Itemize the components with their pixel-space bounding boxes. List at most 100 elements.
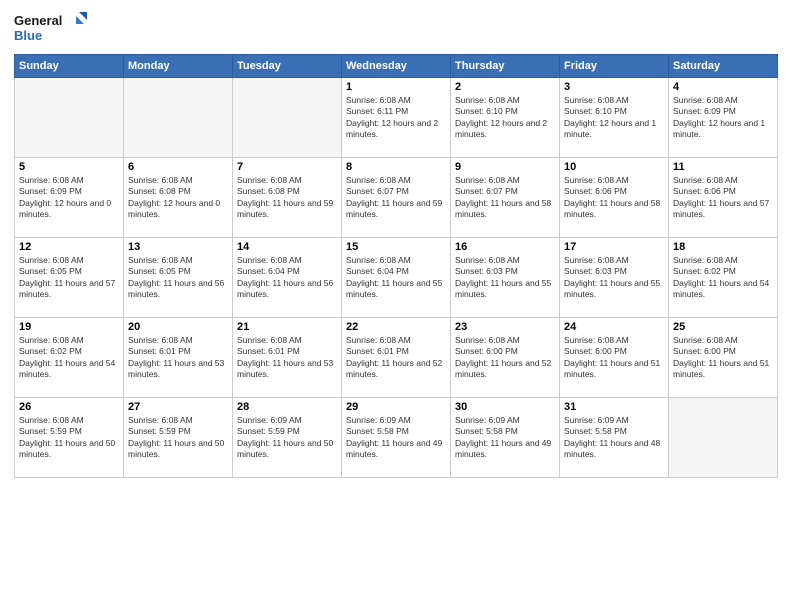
- calendar-cell: 29 Sunrise: 6:09 AMSunset: 5:58 PMDayligh…: [342, 398, 451, 478]
- day-number: 29: [346, 401, 446, 413]
- calendar-cell: 14 Sunrise: 6:08 AMSunset: 6:04 PMDayligh…: [233, 238, 342, 318]
- calendar-cell: 12 Sunrise: 6:08 AMSunset: 6:05 PMDayligh…: [15, 238, 124, 318]
- calendar: SundayMondayTuesdayWednesdayThursdayFrid…: [14, 54, 778, 478]
- day-number: 8: [346, 161, 446, 173]
- weekday-header-monday: Monday: [124, 55, 233, 78]
- day-number: 20: [128, 321, 228, 333]
- day-info: Sunrise: 6:08 AMSunset: 6:03 PMDaylight:…: [564, 255, 664, 301]
- day-number: 6: [128, 161, 228, 173]
- calendar-cell: 26 Sunrise: 6:08 AMSunset: 5:59 PMDayligh…: [15, 398, 124, 478]
- week-row-4: 19 Sunrise: 6:08 AMSunset: 6:02 PMDayligh…: [15, 318, 778, 398]
- day-number: 7: [237, 161, 337, 173]
- day-info: Sunrise: 6:08 AMSunset: 6:06 PMDaylight:…: [673, 175, 773, 221]
- day-number: 25: [673, 321, 773, 333]
- calendar-cell: 27 Sunrise: 6:08 AMSunset: 5:59 PMDayligh…: [124, 398, 233, 478]
- day-number: 5: [19, 161, 119, 173]
- day-info: Sunrise: 6:08 AMSunset: 6:10 PMDaylight:…: [564, 95, 664, 141]
- day-info: Sunrise: 6:08 AMSunset: 5:59 PMDaylight:…: [19, 415, 119, 461]
- day-number: 12: [19, 241, 119, 253]
- day-number: 13: [128, 241, 228, 253]
- calendar-cell: 15Sunrise: 6:08 AMSunset: 6:04 PMDayligh…: [342, 238, 451, 318]
- weekday-header-sunday: Sunday: [15, 55, 124, 78]
- day-number: 26: [19, 401, 119, 413]
- day-info: Sunrise: 6:08 AMSunset: 6:00 PMDaylight:…: [455, 335, 555, 381]
- day-info: Sunrise: 6:09 AMSunset: 5:58 PMDaylight:…: [455, 415, 555, 461]
- day-info: Sunrise: 6:08 AMSunset: 6:05 PMDaylight:…: [128, 255, 228, 301]
- calendar-cell: 9 Sunrise: 6:08 AMSunset: 6:07 PMDaylight…: [451, 158, 560, 238]
- day-number: 23: [455, 321, 555, 333]
- calendar-cell: 20 Sunrise: 6:08 AMSunset: 6:01 PMDayligh…: [124, 318, 233, 398]
- calendar-cell: 25 Sunrise: 6:08 AMSunset: 6:00 PMDayligh…: [669, 318, 778, 398]
- day-info: Sunrise: 6:08 AMSunset: 6:01 PMDaylight:…: [237, 335, 337, 381]
- day-number: 3: [564, 81, 664, 93]
- day-info: Sunrise: 6:08 AMSunset: 6:07 PMDaylight:…: [455, 175, 555, 221]
- calendar-cell: [124, 78, 233, 158]
- day-number: 28: [237, 401, 337, 413]
- week-row-5: 26 Sunrise: 6:08 AMSunset: 5:59 PMDayligh…: [15, 398, 778, 478]
- calendar-cell: 6 Sunrise: 6:08 AMSunset: 6:08 PMDaylight…: [124, 158, 233, 238]
- logo: General Blue: [14, 10, 94, 46]
- calendar-cell: 30 Sunrise: 6:09 AMSunset: 5:58 PMDayligh…: [451, 398, 560, 478]
- day-number: 11: [673, 161, 773, 173]
- day-number: 15: [346, 241, 446, 253]
- day-info: Sunrise: 6:08 AMSunset: 6:06 PMDaylight:…: [564, 175, 664, 221]
- day-info: Sunrise: 6:08 AMSunset: 6:01 PMDaylight:…: [128, 335, 228, 381]
- calendar-cell: 1 Sunrise: 6:08 AMSunset: 6:11 PMDaylight…: [342, 78, 451, 158]
- svg-text:Blue: Blue: [14, 28, 42, 43]
- calendar-cell: 11 Sunrise: 6:08 AMSunset: 6:06 PMDayligh…: [669, 158, 778, 238]
- day-info: Sunrise: 6:09 AMSunset: 5:58 PMDaylight:…: [564, 415, 664, 461]
- day-info: Sunrise: 6:08 AMSunset: 6:11 PMDaylight:…: [346, 95, 446, 141]
- day-number: 16: [455, 241, 555, 253]
- weekday-header-thursday: Thursday: [451, 55, 560, 78]
- day-info: Sunrise: 6:08 AMSunset: 6:08 PMDaylight:…: [128, 175, 228, 221]
- logo-svg: General Blue: [14, 10, 94, 46]
- calendar-cell: [669, 398, 778, 478]
- day-info: Sunrise: 6:08 AMSunset: 6:02 PMDaylight:…: [673, 255, 773, 301]
- day-info: Sunrise: 6:08 AMSunset: 6:09 PMDaylight:…: [673, 95, 773, 141]
- day-info: Sunrise: 6:08 AMSunset: 6:07 PMDaylight:…: [346, 175, 446, 221]
- week-row-3: 12 Sunrise: 6:08 AMSunset: 6:05 PMDayligh…: [15, 238, 778, 318]
- calendar-cell: 19 Sunrise: 6:08 AMSunset: 6:02 PMDayligh…: [15, 318, 124, 398]
- day-info: Sunrise: 6:08 AMSunset: 6:08 PMDaylight:…: [237, 175, 337, 221]
- day-number: 22: [346, 321, 446, 333]
- day-info: Sunrise: 6:08 AMSunset: 6:05 PMDaylight:…: [19, 255, 119, 301]
- week-row-2: 5 Sunrise: 6:08 AMSunset: 6:09 PMDaylight…: [15, 158, 778, 238]
- day-number: 21: [237, 321, 337, 333]
- day-info: Sunrise: 6:08 AMSunset: 6:03 PMDaylight:…: [455, 255, 555, 301]
- day-info: Sunrise: 6:08 AMSunset: 6:02 PMDaylight:…: [19, 335, 119, 381]
- day-number: 17: [564, 241, 664, 253]
- day-number: 1: [346, 81, 446, 93]
- day-info: Sunrise: 6:08 AMSunset: 5:59 PMDaylight:…: [128, 415, 228, 461]
- day-number: 9: [455, 161, 555, 173]
- calendar-cell: 17 Sunrise: 6:08 AMSunset: 6:03 PMDayligh…: [560, 238, 669, 318]
- calendar-cell: 7 Sunrise: 6:08 AMSunset: 6:08 PMDaylight…: [233, 158, 342, 238]
- calendar-cell: 21 Sunrise: 6:08 AMSunset: 6:01 PMDayligh…: [233, 318, 342, 398]
- day-info: Sunrise: 6:09 AMSunset: 5:58 PMDaylight:…: [346, 415, 446, 461]
- header: General Blue: [14, 10, 778, 46]
- weekday-header-friday: Friday: [560, 55, 669, 78]
- calendar-cell: 31Sunrise: 6:09 AMSunset: 5:58 PMDayligh…: [560, 398, 669, 478]
- calendar-cell: 8 Sunrise: 6:08 AMSunset: 6:07 PMDaylight…: [342, 158, 451, 238]
- calendar-cell: 3 Sunrise: 6:08 AMSunset: 6:10 PMDaylight…: [560, 78, 669, 158]
- weekday-header-saturday: Saturday: [669, 55, 778, 78]
- day-info: Sunrise: 6:08 AMSunset: 6:01 PMDaylight:…: [346, 335, 446, 381]
- week-row-1: 1 Sunrise: 6:08 AMSunset: 6:11 PMDaylight…: [15, 78, 778, 158]
- day-number: 2: [455, 81, 555, 93]
- calendar-cell: 24Sunrise: 6:08 AMSunset: 6:00 PMDayligh…: [560, 318, 669, 398]
- day-number: 18: [673, 241, 773, 253]
- day-info: Sunrise: 6:08 AMSunset: 6:09 PMDaylight:…: [19, 175, 119, 221]
- day-number: 19: [19, 321, 119, 333]
- day-number: 4: [673, 81, 773, 93]
- calendar-cell: 16 Sunrise: 6:08 AMSunset: 6:03 PMDayligh…: [451, 238, 560, 318]
- svg-text:General: General: [14, 13, 62, 28]
- day-info: Sunrise: 6:08 AMSunset: 6:04 PMDaylight:…: [237, 255, 337, 301]
- calendar-cell: [233, 78, 342, 158]
- day-number: 10: [564, 161, 664, 173]
- day-number: 14: [237, 241, 337, 253]
- day-number: 27: [128, 401, 228, 413]
- day-number: 30: [455, 401, 555, 413]
- calendar-cell: 13 Sunrise: 6:08 AMSunset: 6:05 PMDayligh…: [124, 238, 233, 318]
- day-info: Sunrise: 6:08 AMSunset: 6:00 PMDaylight:…: [673, 335, 773, 381]
- calendar-cell: 23 Sunrise: 6:08 AMSunset: 6:00 PMDayligh…: [451, 318, 560, 398]
- calendar-cell: 22 Sunrise: 6:08 AMSunset: 6:01 PMDayligh…: [342, 318, 451, 398]
